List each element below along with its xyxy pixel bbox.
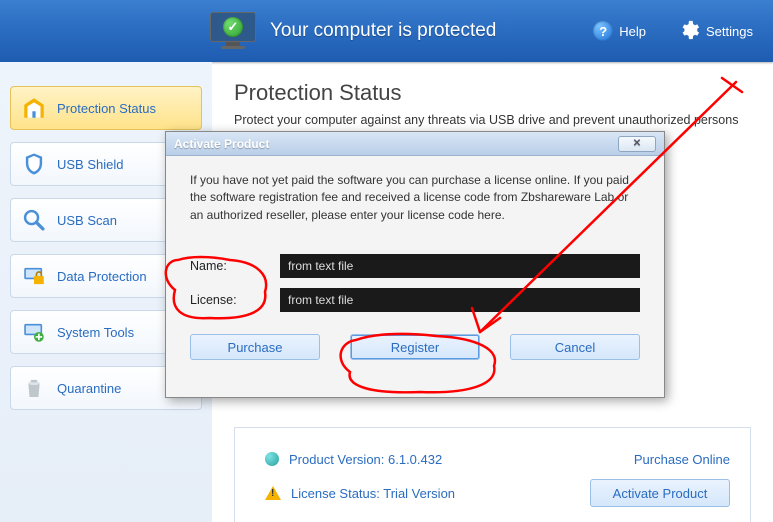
license-input[interactable] bbox=[280, 288, 640, 312]
settings-label: Settings bbox=[706, 24, 753, 39]
dialog-title: Activate Product bbox=[174, 137, 269, 151]
tools-monitor-icon bbox=[21, 319, 47, 345]
cancel-button[interactable]: Cancel bbox=[510, 334, 640, 360]
page-title: Protection Status bbox=[234, 80, 751, 106]
help-icon: ? bbox=[593, 21, 613, 41]
gear-icon bbox=[678, 19, 700, 44]
header: ✓ Your computer is protected ? Help Sett… bbox=[0, 0, 773, 62]
trash-icon bbox=[21, 375, 47, 401]
activate-product-button[interactable]: Activate Product bbox=[590, 479, 730, 507]
dialog-message: If you have not yet paid the software yo… bbox=[190, 172, 640, 224]
close-icon: ✕ bbox=[633, 138, 641, 149]
sidebar-item-label: Protection Status bbox=[57, 101, 156, 116]
version-dot-icon bbox=[265, 452, 279, 466]
help-label: Help bbox=[619, 24, 646, 39]
sidebar-item-label: System Tools bbox=[57, 325, 134, 340]
sidebar-item-label: USB Shield bbox=[57, 157, 123, 172]
sidebar-item-label: Quarantine bbox=[57, 381, 121, 396]
license-field-label: License: bbox=[190, 293, 280, 307]
purchase-button[interactable]: Purchase bbox=[190, 334, 320, 360]
magnifier-icon bbox=[21, 207, 47, 233]
protected-monitor-icon: ✓ bbox=[210, 12, 256, 50]
dialog-titlebar: Activate Product ✕ bbox=[166, 132, 664, 156]
home-shield-icon bbox=[21, 95, 47, 121]
sidebar-item-protection-status[interactable]: Protection Status bbox=[10, 86, 202, 130]
settings-link[interactable]: Settings bbox=[678, 19, 753, 44]
name-input[interactable] bbox=[280, 254, 640, 278]
warning-icon bbox=[265, 486, 281, 500]
help-link[interactable]: ? Help bbox=[593, 21, 646, 41]
sidebar-item-label: USB Scan bbox=[57, 213, 117, 228]
activate-product-dialog: Activate Product ✕ If you have not yet p… bbox=[165, 131, 665, 398]
product-version-label: Product Version: 6.1.0.432 bbox=[289, 452, 442, 467]
dialog-close-button[interactable]: ✕ bbox=[618, 136, 656, 152]
header-title: Your computer is protected bbox=[270, 20, 496, 42]
register-button[interactable]: Register bbox=[350, 334, 480, 360]
shield-icon bbox=[21, 151, 47, 177]
product-info-box: Product Version: 6.1.0.432 Purchase Onli… bbox=[234, 427, 751, 522]
name-field-label: Name: bbox=[190, 259, 280, 273]
license-status-label: License Status: Trial Version bbox=[291, 486, 455, 501]
sidebar-item-label: Data Protection bbox=[57, 269, 147, 284]
lock-monitor-icon bbox=[21, 263, 47, 289]
purchase-online-link[interactable]: Purchase Online bbox=[634, 452, 730, 467]
